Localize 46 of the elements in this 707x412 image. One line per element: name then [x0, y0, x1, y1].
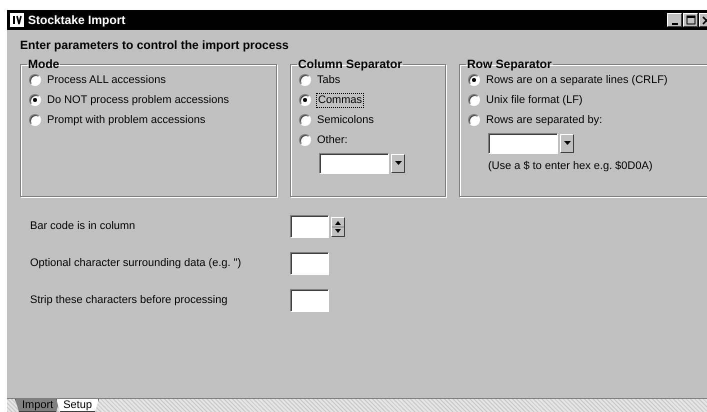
- option-label[interactable]: Process ALL accessions: [47, 74, 166, 87]
- spinner-button[interactable]: [331, 216, 345, 237]
- heading: Enter parameters to control the import process: [20, 38, 290, 52]
- option-label[interactable]: Rows are separated by:: [486, 114, 602, 127]
- radio-button[interactable]: [468, 94, 480, 106]
- radio-button[interactable]: [299, 74, 311, 86]
- dropdown-button[interactable]: [560, 134, 574, 153]
- field-label: Strip these characters before processing: [30, 294, 228, 308]
- radio-button[interactable]: [29, 94, 41, 106]
- radio-button[interactable]: [468, 74, 480, 86]
- option-label[interactable]: Tabs: [317, 74, 340, 87]
- option-label[interactable]: Do NOT process problem accessions: [47, 94, 229, 107]
- option-label[interactable]: Unix file format (LF): [486, 94, 583, 107]
- input-field[interactable]: [290, 252, 329, 276]
- option-label[interactable]: Semicolons: [317, 114, 374, 127]
- option-label[interactable]: Commas: [317, 94, 364, 107]
- field-label: Optional character surrounding data (e.g. "): [30, 257, 242, 270]
- hint-text: (Use a $ to enter hex e.g. $0D0A): [488, 160, 654, 174]
- minimize-button[interactable]: [667, 13, 682, 27]
- app-icon: [10, 13, 24, 27]
- option-label[interactable]: Prompt with problem accessions: [47, 114, 206, 127]
- dropdown-button[interactable]: [391, 154, 405, 173]
- option-label[interactable]: Rows are on a separate lines (CRLF): [486, 74, 668, 87]
- group-title: Row Separator: [466, 58, 553, 70]
- maximize-button[interactable]: [683, 13, 698, 27]
- combo-field[interactable]: [319, 152, 389, 174]
- radio-button[interactable]: [299, 114, 311, 126]
- maximize-icon: [684, 14, 697, 26]
- caret-icon: [564, 141, 570, 146]
- radio-button[interactable]: [299, 134, 311, 146]
- caret-icon: [394, 161, 402, 166]
- group-title: Mode: [27, 58, 60, 70]
- tab[interactable]: Import: [15, 399, 60, 412]
- combo-field[interactable]: [488, 132, 558, 154]
- group-title: Column Separator: [297, 58, 404, 70]
- input-field[interactable]: [290, 289, 329, 312]
- option-label[interactable]: Other:: [317, 134, 348, 147]
- minimize-icon: [672, 22, 678, 24]
- tab[interactable]: Setup: [56, 399, 99, 412]
- radio-button[interactable]: [29, 74, 41, 86]
- window-title: Stocktake Import: [28, 12, 126, 28]
- radio-button[interactable]: [468, 114, 480, 126]
- radio-button[interactable]: [299, 94, 311, 106]
- radio-button[interactable]: [29, 114, 41, 126]
- field-label: Bar code is in column: [30, 220, 136, 234]
- input-field[interactable]: [290, 215, 329, 238]
